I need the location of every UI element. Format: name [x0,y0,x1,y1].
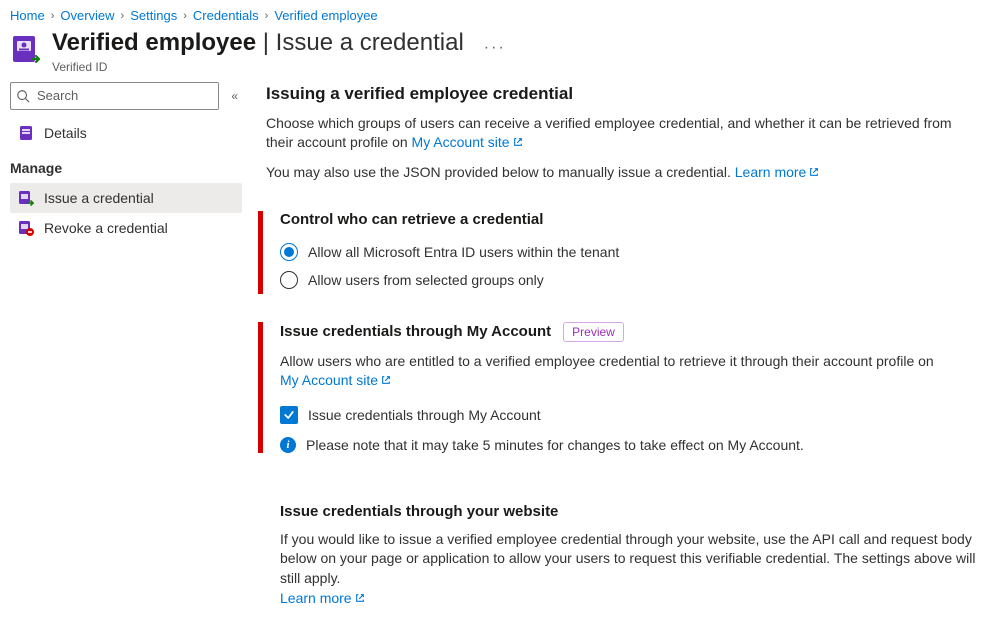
control-who-section: Control who can retrieve a credential Al… [266,211,976,294]
website-section: Issue credentials through your website I… [266,503,976,608]
chevron-right-icon: › [51,10,55,22]
intro-paragraph-2: You may also use the JSON provided below… [266,163,976,183]
page-subtitle: Verified ID [52,60,464,74]
revoke-credential-icon [18,220,34,236]
sidebar-section-header: Manage [10,148,242,183]
my-account-site-link[interactable]: My Account site [280,372,391,388]
breadcrumb-item[interactable]: Home [10,8,45,23]
external-link-icon [809,167,819,177]
credential-badge-icon [10,33,42,65]
radio-label: Allow users from selected groups only [308,272,544,288]
details-icon [18,125,34,141]
learn-more-link[interactable]: Learn more [735,164,820,180]
section-heading: Issue credentials through My Account Pre… [280,322,976,342]
chevron-right-icon: › [265,10,269,22]
sidebar-item-revoke-credential[interactable]: Revoke a credential [10,213,242,243]
info-icon: i [280,437,296,453]
section-heading: Control who can retrieve a credential [280,211,976,228]
sidebar-item-label: Details [44,125,87,141]
search-input[interactable] [10,82,219,110]
my-account-paragraph: Allow users who are entitled to a verifi… [280,352,976,391]
page-title: Verified employee | Issue a credential [52,29,464,58]
my-account-section: Issue credentials through My Account Pre… [266,322,976,453]
main-content: Issuing a verified employee credential C… [266,82,980,618]
sidebar-item-issue-credential[interactable]: Issue a credential [10,183,242,213]
external-link-icon [381,375,391,385]
chevron-right-icon: › [183,10,187,22]
external-link-icon [513,137,523,147]
external-link-icon [355,593,365,603]
search-icon [16,89,30,103]
breadcrumb-item[interactable]: Settings [130,8,177,23]
radio-icon [280,243,298,261]
sidebar-item-label: Issue a credential [44,190,154,206]
collapse-sidebar-button[interactable]: « [227,87,242,105]
sidebar-item-label: Revoke a credential [44,220,168,236]
breadcrumb-item[interactable]: Credentials [193,8,259,23]
learn-more-link[interactable]: Learn more [280,590,365,606]
issue-my-account-checkbox[interactable]: Issue credentials through My Account [280,401,976,429]
radio-icon [280,271,298,289]
my-account-site-link[interactable]: My Account site [412,134,523,150]
checkbox-label: Issue credentials through My Account [308,407,541,423]
website-paragraph: If you would like to issue a verified em… [280,530,976,608]
sidebar-item-details[interactable]: Details [10,118,242,148]
preview-badge: Preview [563,322,624,342]
breadcrumb: Home › Overview › Settings › Credentials… [0,0,990,27]
radio-label: Allow all Microsoft Entra ID users withi… [308,244,619,260]
radio-allow-groups[interactable]: Allow users from selected groups only [280,266,976,294]
more-button[interactable]: ··· [484,39,506,57]
info-message: i Please note that it may take 5 minutes… [280,429,976,453]
info-text: Please note that it may take 5 minutes f… [306,437,804,453]
sidebar: « Details Manage Issue a credential [10,82,242,618]
breadcrumb-item[interactable]: Verified employee [274,8,377,23]
radio-allow-all[interactable]: Allow all Microsoft Entra ID users withi… [280,238,976,266]
page-header: Verified employee | Issue a credential V… [0,27,990,82]
section-heading: Issuing a verified employee credential [266,84,976,104]
checkbox-icon [280,406,298,424]
chevron-right-icon: › [121,10,125,22]
intro-paragraph: Choose which groups of users can receive… [266,114,976,153]
issue-credential-icon [18,190,34,206]
breadcrumb-item[interactable]: Overview [60,8,114,23]
section-heading: Issue credentials through your website [280,503,976,520]
